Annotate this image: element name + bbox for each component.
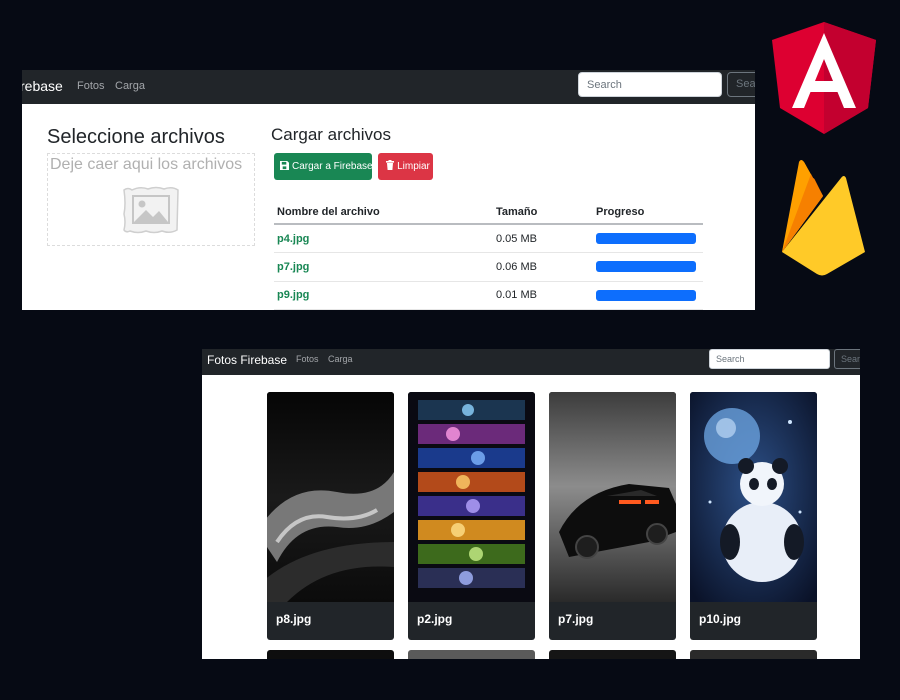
dropzone-title: Seleccione archivos bbox=[47, 126, 225, 148]
photo-image bbox=[549, 392, 676, 602]
clear-button[interactable]: Limpiar bbox=[378, 153, 433, 180]
clear-button-label: Limpiar bbox=[397, 161, 430, 172]
photo-card-partial[interactable] bbox=[690, 650, 817, 659]
column-header-size: Tamaño bbox=[493, 200, 593, 225]
trash-icon bbox=[386, 160, 395, 171]
navbar-brand[interactable]: Fotos Firebase bbox=[207, 353, 287, 367]
file-name: p4.jpg bbox=[274, 224, 493, 253]
photo-caption: p10.jpg bbox=[699, 612, 742, 626]
photo-image bbox=[690, 392, 817, 602]
file-progress bbox=[593, 224, 703, 253]
photo-card-partial[interactable] bbox=[267, 650, 394, 659]
upload-to-firebase-button[interactable]: Cargar a Firebase bbox=[274, 153, 373, 180]
progress-bar-fill bbox=[596, 289, 696, 301]
file-size: 0.06 MB bbox=[493, 252, 593, 282]
photo-card-partial[interactable] bbox=[408, 650, 535, 659]
search-button[interactable]: Sear bbox=[834, 349, 860, 369]
upload-button-label: Cargar a Firebase bbox=[292, 161, 373, 172]
firebase-logo bbox=[782, 160, 865, 276]
file-size: 0.01 MB bbox=[493, 281, 593, 310]
dropzone-hint: Deje caer aqui los archivos bbox=[50, 156, 243, 173]
gallery-page-screenshot: Fotos Firebase Fotos Carga Sear p8.jpg bbox=[202, 349, 860, 659]
progress-bar-fill bbox=[596, 233, 696, 244]
nav-link-fotos[interactable]: Fotos bbox=[77, 80, 105, 92]
nav-link-carga[interactable]: Carga bbox=[328, 354, 353, 364]
table-row: p7.jpg 0.06 MB bbox=[274, 252, 703, 282]
table-row: p4.jpg 0.05 MB bbox=[274, 224, 703, 253]
progress-bar bbox=[596, 289, 696, 301]
save-icon bbox=[280, 160, 289, 170]
photo-image bbox=[267, 392, 394, 602]
files-table: Nombre del archivo Tamaño Progreso p4.jp… bbox=[274, 200, 703, 310]
photo-card[interactable]: p7.jpg bbox=[549, 392, 676, 640]
file-name: p7.jpg bbox=[274, 252, 493, 282]
file-dropzone[interactable]: Deje caer aqui los archivos bbox=[47, 153, 255, 246]
search-button[interactable]: Sear bbox=[727, 72, 755, 97]
photo-card[interactable]: p8.jpg bbox=[267, 392, 394, 640]
file-size: 0.05 MB bbox=[493, 224, 593, 253]
photo-caption: p7.jpg bbox=[558, 612, 594, 626]
angular-logo bbox=[772, 22, 876, 134]
nav-link-carga[interactable]: Carga bbox=[115, 80, 145, 92]
file-progress bbox=[593, 252, 703, 282]
column-header-name: Nombre del archivo bbox=[274, 200, 493, 225]
column-header-progress: Progreso bbox=[593, 200, 703, 225]
navbar: Fotos Firebase Fotos Carga Sear bbox=[202, 349, 860, 375]
table-header-row: Nombre del archivo Tamaño Progreso bbox=[274, 200, 703, 225]
photo-caption: p2.jpg bbox=[417, 612, 453, 626]
photo-card-partial[interactable] bbox=[549, 650, 676, 659]
photo-card[interactable]: p2.jpg bbox=[408, 392, 535, 640]
navbar: rebase Fotos Carga Sear bbox=[22, 70, 755, 104]
progress-bar bbox=[596, 261, 696, 273]
nav-link-fotos[interactable]: Fotos bbox=[296, 354, 319, 364]
photo-caption: p8.jpg bbox=[276, 612, 312, 626]
table-row: p9.jpg 0.01 MB bbox=[274, 281, 703, 310]
file-name: p9.jpg bbox=[274, 281, 493, 310]
progress-bar bbox=[596, 233, 696, 244]
photo-card[interactable]: p10.jpg bbox=[690, 392, 817, 640]
search-input[interactable] bbox=[709, 349, 830, 369]
uploader-title: Cargar archivos bbox=[271, 125, 391, 144]
file-progress bbox=[593, 281, 703, 310]
progress-bar-fill bbox=[596, 261, 696, 273]
navbar-brand[interactable]: rebase bbox=[22, 78, 63, 94]
search-input[interactable] bbox=[578, 72, 722, 97]
photo-image bbox=[408, 392, 535, 602]
image-placeholder-icon bbox=[123, 186, 179, 234]
upload-page-screenshot: rebase Fotos Carga Sear Seleccione archi… bbox=[22, 70, 755, 310]
